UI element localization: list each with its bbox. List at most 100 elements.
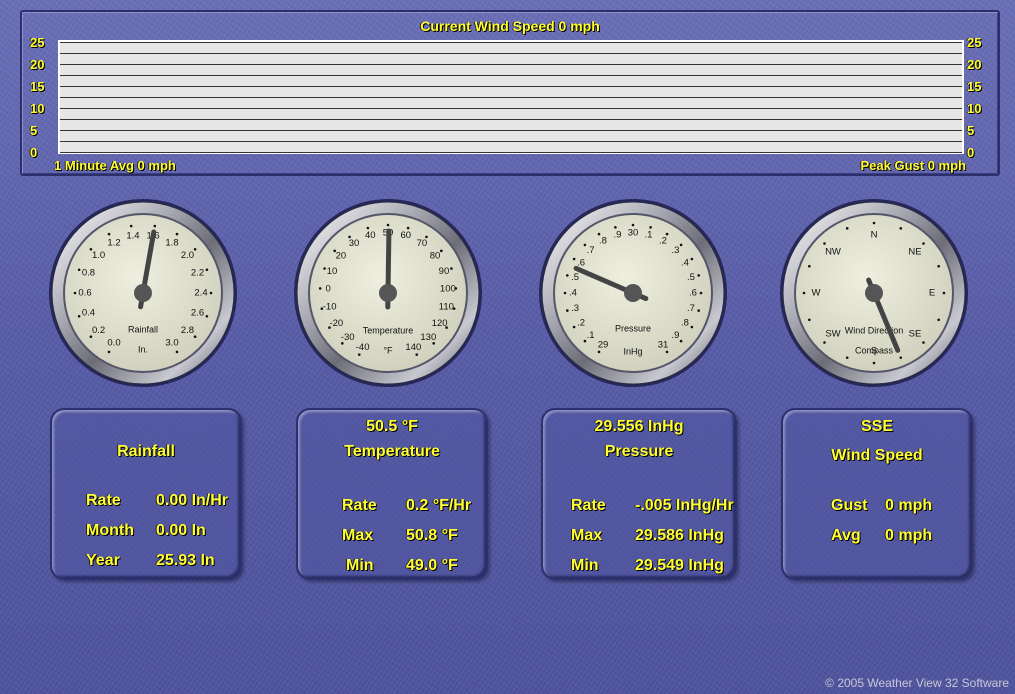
compass-point-n: N [871, 230, 878, 241]
wind-gridline [60, 86, 962, 87]
compass-point-e: E [929, 288, 935, 299]
tick-dot [572, 325, 576, 329]
wind-gust-label: Gust [831, 497, 868, 514]
tick-label: -40 [356, 342, 370, 353]
tick-dot [175, 350, 179, 354]
pressure-panel: 29.556 InHg Pressure Rate -.005 InHg/Hr … [541, 408, 737, 580]
needle-hub [865, 284, 883, 302]
gauge-caption: Pressure [615, 323, 651, 333]
compass-point-w: W [812, 288, 821, 299]
needle-hub [624, 284, 642, 302]
tick-label: .8 [681, 318, 689, 329]
gauge-unit: In. [138, 344, 148, 354]
tick-label: 2.4 [194, 288, 207, 299]
tick-label: 0.4 [82, 307, 95, 318]
wind-direction-current: SSE [860, 418, 893, 435]
rain-rate-value: 0.00 In/Hr [156, 492, 229, 509]
tick-label: .2 [659, 236, 667, 247]
compass-point-se: SE [909, 329, 922, 340]
tick-label: 1.2 [107, 237, 120, 248]
tick-dot [614, 226, 617, 229]
tick-label: 29 [598, 339, 609, 350]
tick-dot [357, 353, 361, 356]
tick-dot [366, 226, 370, 230]
one-minute-avg-label: 1 Minute Avg 0 mph [54, 158, 176, 173]
y-tick-left-15: 15 [30, 79, 45, 94]
tick-label: 2.8 [181, 325, 194, 336]
tick-label: .8 [599, 236, 607, 247]
tick-label: .3 [571, 303, 579, 314]
pressure-max-value: 29.586 InHg [635, 527, 724, 544]
compass-point-ne: NE [908, 247, 921, 258]
wind-gridline [60, 152, 962, 153]
temperature-panel: 50.5 °F Temperature Rate 0.2 °F/Hr Max 5… [296, 408, 488, 580]
gauge-subcaption: Compass [855, 345, 894, 355]
y-tick-left-10: 10 [30, 101, 45, 116]
tick-label: .1 [587, 330, 595, 341]
compass-dot [899, 356, 903, 359]
tick-label: 70 [417, 238, 428, 249]
compass-dot [823, 341, 826, 344]
temp-rate-label: Rate [342, 497, 377, 514]
wind-speed-panel-title: Wind Speed [831, 447, 923, 464]
tick-dot [77, 268, 81, 272]
rainfall-panel-title: Rainfall [117, 443, 175, 460]
tick-label: 130 [420, 332, 436, 343]
y-tick-left-0: 0 [30, 145, 38, 160]
tick-label: 10 [327, 266, 338, 277]
tick-dot [631, 223, 635, 227]
rainfall-panel: Rainfall Rate 0.00 In/Hr Month 0.00 In Y… [50, 408, 242, 580]
wind-speed-title: Current Wind Speed 0 mph [420, 18, 600, 34]
tick-label: 120 [432, 318, 448, 329]
tick-label: 1.4 [126, 230, 139, 241]
needle-hub [379, 284, 397, 302]
tick-label: -10 [323, 301, 337, 312]
tick-label: .2 [577, 318, 585, 329]
pressure-min-label: Min [571, 557, 599, 574]
rain-month-label: Month [86, 522, 134, 539]
tick-dot [415, 353, 419, 356]
tick-label: 30 [628, 228, 639, 239]
compass-dot [937, 318, 940, 322]
tick-label: .7 [687, 303, 695, 314]
tick-dot [566, 274, 569, 277]
y-tick-left-20: 20 [30, 57, 45, 72]
tick-dot [386, 223, 390, 227]
tick-dot [129, 224, 133, 228]
compass-dot [802, 291, 806, 295]
tick-label: .4 [681, 258, 689, 269]
tick-dot [450, 267, 453, 270]
y-tick-right-25: 25 [967, 35, 982, 50]
compass-point-nw: NW [825, 247, 841, 258]
wind-gridline [60, 119, 962, 120]
rain-rate-label: Rate [86, 492, 121, 509]
wind-gridline [60, 141, 962, 142]
tick-dot [690, 257, 694, 261]
tick-dot [665, 350, 669, 354]
tick-label: 2.0 [181, 250, 194, 261]
compass-dot [922, 341, 925, 344]
wind-gridline [60, 130, 962, 131]
tick-dot [205, 314, 209, 318]
pressure-panel-title: Pressure [604, 443, 674, 460]
wind-speed-chart-panel: Current Wind Speed 0 mph 25 20 15 10 5 0… [20, 10, 1000, 176]
tick-label: .4 [569, 288, 577, 299]
tick-dot [193, 247, 197, 251]
tick-dot [563, 291, 567, 295]
tick-dot [440, 249, 443, 253]
gauge-caption: Wind Direction [845, 325, 904, 335]
wind-gridline [60, 97, 962, 98]
pressure-rate-value: -.005 InHg/Hr [635, 497, 734, 514]
compass-dot [872, 361, 876, 365]
y-tick-right-0: 0 [967, 145, 975, 160]
gauge-caption: Rainfall [128, 324, 158, 334]
tick-label: -30 [341, 332, 355, 343]
tick-label: 90 [439, 266, 450, 277]
tick-dot [649, 226, 652, 229]
wind-speed-plot-area [58, 40, 964, 154]
wind-gridline [60, 42, 962, 43]
temp-max-value: 50.8 °F [406, 527, 458, 544]
pressure-current: 29.556 InHg [594, 418, 684, 435]
tick-label: .5 [571, 272, 579, 283]
tick-label: .9 [671, 330, 679, 341]
